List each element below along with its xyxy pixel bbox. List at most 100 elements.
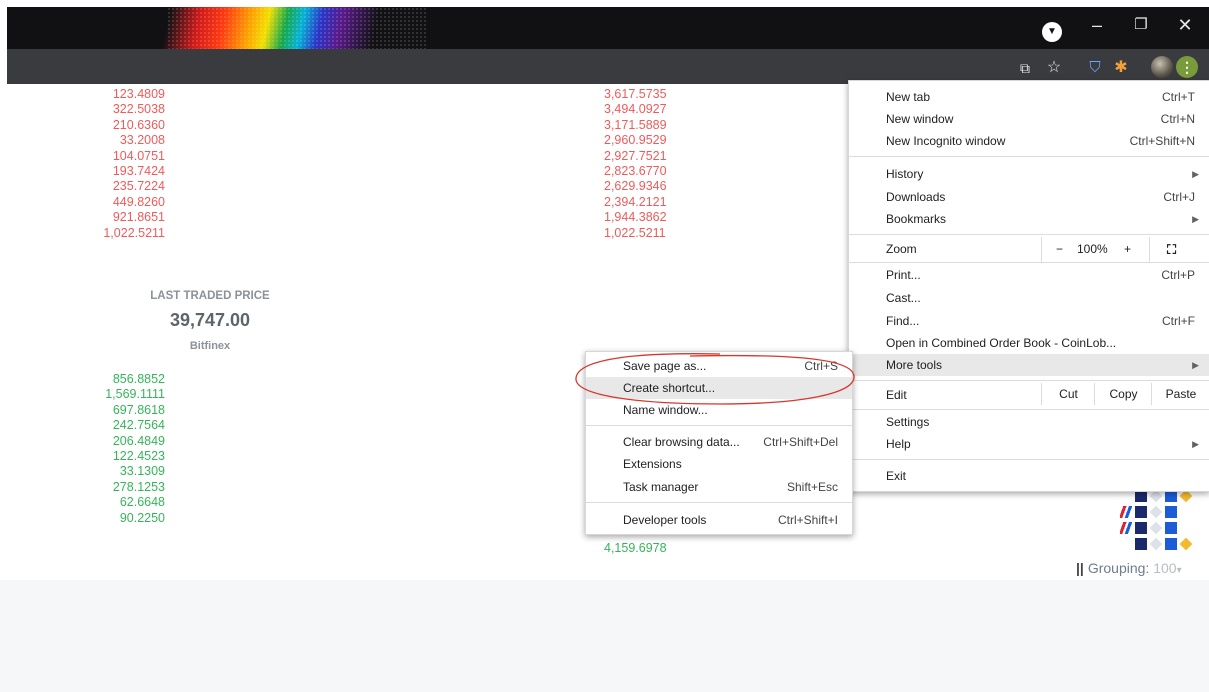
menu-item-help[interactable]: Help ▶ [849,433,1209,455]
menu-item-label: Developer tools [623,513,707,527]
submenu-arrow-icon: ▶ [1192,169,1199,179]
table-cell: 697.8618 [112,402,165,417]
exchange-icons-row [1120,521,1208,535]
menu-item-label: New tab [886,90,931,104]
grouping-control[interactable]: || Grouping: 100▾ [1076,560,1182,576]
exchange-icon [1149,505,1163,519]
table-cell: 322.5038 [112,102,165,117]
menu-item-new-incognito[interactable]: New Incognito window Ctrl+Shift+N [849,130,1209,152]
grouping-label: Grouping: [1087,560,1150,576]
menu-item-more-tools[interactable]: More tools ▶ [849,354,1209,376]
exchange-icons-row [1124,537,1208,551]
menu-item-label: Print... [886,268,921,282]
table-cell: 90.2250 [119,510,165,525]
table-cell: 856.8852 [112,372,165,386]
menu-item-open-in-app[interactable]: Open in Combined Order Book - CoinLob... [849,332,1209,354]
menu-item-task-manager[interactable]: Task manager Shift+Esc [586,476,852,498]
menu-item-new-window[interactable]: New window Ctrl+N [849,108,1209,130]
shortcut-text: Ctrl+T [1162,90,1195,104]
table-cell: 3,494.0927 [604,102,667,117]
star-icon[interactable]: ☆ [1043,57,1065,79]
menu-item-find[interactable]: Find... Ctrl+F [849,310,1209,332]
table-cell: 242.7564 [112,418,165,433]
shortcut-text: Ctrl+N [1160,112,1195,126]
menu-separator [849,459,1209,460]
exchange-icon [1165,506,1177,518]
menu-item-clear-browsing-data[interactable]: Clear browsing data... Ctrl+Shift+Del [586,431,852,453]
zoom-level: 100% [1077,242,1108,256]
menu-item-downloads[interactable]: Downloads Ctrl+J [849,186,1209,208]
table-cell: 449.8260 [112,194,165,209]
chrome-main-menu: New tab Ctrl+T New window Ctrl+N New Incog… [848,80,1209,492]
exchange-icon [1149,537,1163,551]
shortcut-text: Shift+Esc [786,480,838,494]
exchange-icon [1135,506,1147,518]
exchange-icons-row [1120,505,1208,519]
menu-item-label: Cast... [886,291,921,305]
table-cell: 2,394.2121 [604,194,667,209]
menu-item-exit[interactable]: Exit [849,465,1209,487]
shortcut-text: Ctrl+F [1162,314,1195,328]
table-cell: 2,629.9346 [604,179,667,194]
menu-item-new-tab[interactable]: New tab Ctrl+T [849,86,1209,108]
close-button[interactable]: ✕ [1165,10,1205,40]
restore-button[interactable]: ❐ [1121,10,1161,40]
table-cell: 122.4523 [112,448,165,463]
bitwarden-icon[interactable]: ⛉ [1084,57,1106,79]
minimize-button[interactable]: – [1077,10,1117,40]
copy-button[interactable]: Copy [1094,383,1152,405]
menu-item-cast[interactable]: Cast... [849,287,1209,309]
menu-item-label: Settings [886,415,930,429]
shortcut-text: Ctrl+Shift+N [1129,134,1195,148]
menu-kebab-icon[interactable]: ⋮ [1176,56,1198,78]
menu-separator [849,234,1209,235]
table-cell: 3,617.5735 [604,87,667,101]
zoom-out-button[interactable]: − [1056,237,1063,262]
menu-item-extensions[interactable]: Extensions [586,453,852,475]
menu-separator [586,425,852,426]
exchange-icon [1165,522,1177,534]
fullscreen-icon[interactable]: ⛶ [1167,237,1176,262]
table-cell: 206.4849 [112,433,165,448]
menu-item-bookmarks[interactable]: Bookmarks ▶ [849,208,1209,230]
page-footer-area [0,580,1209,692]
table-cell: 1,944.3862 [604,210,667,225]
menu-separator [1041,237,1042,262]
table-cell: 235.7224 [112,179,165,194]
extensions-icon[interactable]: ✱ [1110,57,1132,79]
cut-button[interactable]: Cut [1041,383,1095,405]
paste-button[interactable]: Paste [1151,383,1209,405]
menu-item-edit: Edit Cut Copy Paste [849,383,1209,407]
menu-separator [849,409,1209,410]
table-cell: 33.1309 [119,464,165,479]
menu-item-label: History [886,167,924,181]
menu-item-print[interactable]: Print... Ctrl+P [849,264,1209,286]
chevron-down-icon[interactable]: ▾ [1177,565,1182,576]
shortcut-text: Ctrl+P [1161,268,1195,282]
zoom-in-button[interactable]: + [1124,237,1131,262]
table-cell: 104.0751 [112,148,165,163]
grouping-value[interactable]: 100 [1153,560,1176,576]
menu-separator [849,156,1209,157]
table-cell: 123.4809 [112,87,165,101]
menu-item-label: New window [886,112,954,126]
table-cell: 210.6360 [112,117,165,132]
exchange-icon [1135,538,1147,550]
menu-item-developer-tools[interactable]: Developer tools Ctrl+Shift+I [586,509,852,531]
shortcut-text: Ctrl+Shift+I [777,513,838,527]
bids-total-last: 4,159.6978 [604,541,704,556]
table-cell: 62.6648 [119,495,165,510]
table-cell: 921.8651 [112,210,165,225]
asks-total-column: 3,617.5735 3,494.0927 3,171.5889 2,960.9… [604,87,704,241]
menu-item-settings[interactable]: Settings [849,411,1209,433]
profile-avatar[interactable] [1151,56,1173,78]
shortcut-text: Ctrl+J [1163,190,1195,204]
share-icon[interactable]: ⧉ [1014,57,1036,79]
table-cell: 2,823.6770 [604,163,667,178]
menu-item-history[interactable]: History ▶ [849,163,1209,185]
menu-item-label: Open in Combined Order Book - CoinLob... [886,336,1117,350]
table-cell: 2,960.9529 [604,133,667,148]
profile-dropdown-icon[interactable]: ▼ [1042,22,1062,42]
menu-item-label: Clear browsing data... [623,435,740,449]
menu-item-label: Exit [886,469,907,483]
